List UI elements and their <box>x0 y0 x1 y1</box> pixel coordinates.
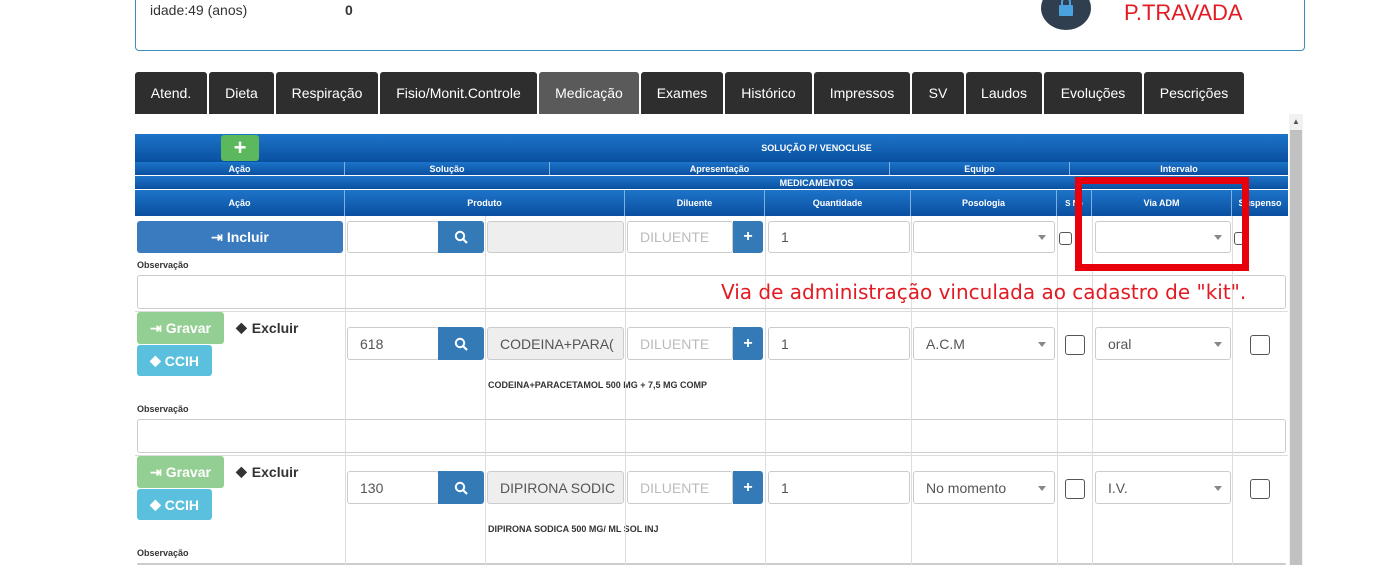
se-necessario-checkbox[interactable] <box>1065 335 1085 355</box>
chevron-down-icon <box>1038 341 1046 347</box>
eraser-icon: ◆ <box>236 319 247 335</box>
product-name-field: DIPIRONA SODIC <box>487 471 624 504</box>
tab-exames[interactable]: Exames <box>641 72 723 114</box>
product-description: DIPIRONA SODICA 500 MG/ ML SOL INJ <box>488 524 659 534</box>
column-divider <box>1057 216 1058 565</box>
col-diluente: Diluente <box>625 190 765 216</box>
include-icon: ⇥ <box>211 228 223 245</box>
col-posologia: Posologia <box>911 190 1057 216</box>
add-diluente-button[interactable]: + <box>733 471 763 504</box>
row-divider <box>135 311 1288 312</box>
posologia-select[interactable]: No momento <box>913 471 1055 504</box>
product-search-button[interactable] <box>438 221 484 253</box>
column-divider <box>765 216 766 565</box>
chevron-down-icon <box>1038 235 1046 240</box>
observacao-label: Observação <box>137 548 189 558</box>
save-icon: ⇥ <box>150 319 162 336</box>
venoclise-col-solucao: Solução <box>345 162 550 175</box>
include-label: Incluir <box>226 229 269 245</box>
diluente-input[interactable]: DILUENTE <box>627 327 733 360</box>
posologia-select[interactable] <box>913 221 1055 253</box>
posologia-select[interactable]: A.C.M <box>913 327 1055 360</box>
include-button[interactable]: ⇥ Incluir <box>137 221 343 253</box>
product-code-input[interactable]: 618 <box>347 327 439 360</box>
eraser-icon: ◆ <box>149 352 161 368</box>
venoclise-col-equipo: Equipo <box>890 162 1070 175</box>
row-divider <box>135 455 1288 456</box>
tab-impressos[interactable]: Impressos <box>814 72 910 114</box>
diluente-input[interactable]: DILUENTE <box>627 471 733 504</box>
search-icon <box>454 337 468 351</box>
tab-laudos[interactable]: Laudos <box>966 72 1042 114</box>
product-name-field <box>487 221 624 253</box>
column-divider <box>911 216 912 565</box>
tab-evolucoes[interactable]: Evoluções <box>1044 72 1142 114</box>
gravar-button[interactable]: ⇥ Gravar <box>137 456 224 488</box>
scroll-up-icon[interactable]: ▲ <box>1289 114 1303 130</box>
venoclise-col-intervalo: Intervalo <box>1070 162 1288 175</box>
product-code-input[interactable] <box>347 221 439 253</box>
venoclise-title: SOLUÇÃO P/ VENOCLISE <box>345 134 1288 162</box>
observacao-label: Observação <box>137 404 189 414</box>
patient-value: 0 <box>345 2 353 18</box>
venoclise-col-apresentacao: Apresentação <box>550 162 890 175</box>
eraser-icon: ◆ <box>149 496 161 512</box>
search-icon <box>454 481 468 495</box>
via-adm-select[interactable]: I.V. <box>1095 471 1231 504</box>
annotation-text: Via de administração vinculada ao cadast… <box>721 280 1247 304</box>
product-name-field: CODEINA+PARA( <box>487 327 624 360</box>
via-adm-select[interactable]: oral <box>1095 327 1231 360</box>
product-description: CODEINA+PARACETAMOL 500 MG + 7,5 MG COMP <box>488 380 708 390</box>
column-divider <box>485 216 486 565</box>
chevron-down-icon <box>1038 485 1046 491</box>
search-icon <box>454 230 468 244</box>
tab-respiracao[interactable]: Respiração <box>276 72 378 114</box>
col-quantidade: Quantidade <box>765 190 911 216</box>
annotation-highlight-box <box>1075 177 1249 271</box>
column-divider <box>345 216 346 565</box>
suspenso-checkbox[interactable] <box>1250 335 1270 355</box>
add-venoclise-button[interactable]: + <box>221 135 259 161</box>
medicamentos-left-header <box>135 176 345 189</box>
gravar-button[interactable]: ⇥ Gravar <box>137 312 224 344</box>
tab-historico[interactable]: Histórico <box>725 72 812 114</box>
excluir-button[interactable]: ◆ Excluir <box>236 463 298 480</box>
add-diluente-button[interactable]: + <box>733 221 763 253</box>
diluente-input[interactable]: DILUENTE <box>627 221 733 253</box>
add-diluente-button[interactable]: + <box>733 327 763 360</box>
quantity-input[interactable]: 1 <box>768 221 910 253</box>
se-necessario-checkbox[interactable] <box>1059 232 1072 245</box>
quantity-input[interactable]: 1 <box>768 471 910 504</box>
suspenso-checkbox[interactable] <box>1250 479 1270 499</box>
patient-age: idade:49 (anos) <box>150 2 248 18</box>
observacao-label: Observação <box>137 260 189 270</box>
tab-prescricoes[interactable]: Pescrições <box>1144 72 1244 114</box>
tab-dieta[interactable]: Dieta <box>209 72 274 114</box>
quantity-input[interactable]: 1 <box>768 327 910 360</box>
col-produto: Produto <box>345 190 625 216</box>
scrollbar-thumb[interactable] <box>1290 130 1302 565</box>
eraser-icon: ◆ <box>236 463 247 479</box>
tab-fisio[interactable]: Fisio/Monit.Controle <box>380 72 537 114</box>
observacao-input[interactable] <box>137 419 1286 453</box>
tab-atend[interactable]: Atend. <box>135 72 207 114</box>
tab-medicacao[interactable]: Medicação <box>539 72 639 114</box>
se-necessario-checkbox[interactable] <box>1065 479 1085 499</box>
chevron-down-icon <box>1214 341 1222 347</box>
tab-sv[interactable]: SV <box>912 72 964 114</box>
save-icon: ⇥ <box>150 463 162 480</box>
venoclise-col-acao: Ação <box>135 162 345 175</box>
product-search-button[interactable] <box>438 471 484 504</box>
ccih-button[interactable]: ◆ CCIH <box>137 489 212 520</box>
ccih-button[interactable]: ◆ CCIH <box>137 345 212 376</box>
product-search-button[interactable] <box>438 327 484 360</box>
excluir-button[interactable]: ◆ Excluir <box>236 319 298 336</box>
chevron-down-icon <box>1214 485 1222 491</box>
column-divider <box>625 216 626 565</box>
lock-status-label: P.TRAVADA <box>1124 0 1243 25</box>
col-acao: Ação <box>135 190 345 216</box>
product-code-input[interactable]: 130 <box>347 471 439 504</box>
